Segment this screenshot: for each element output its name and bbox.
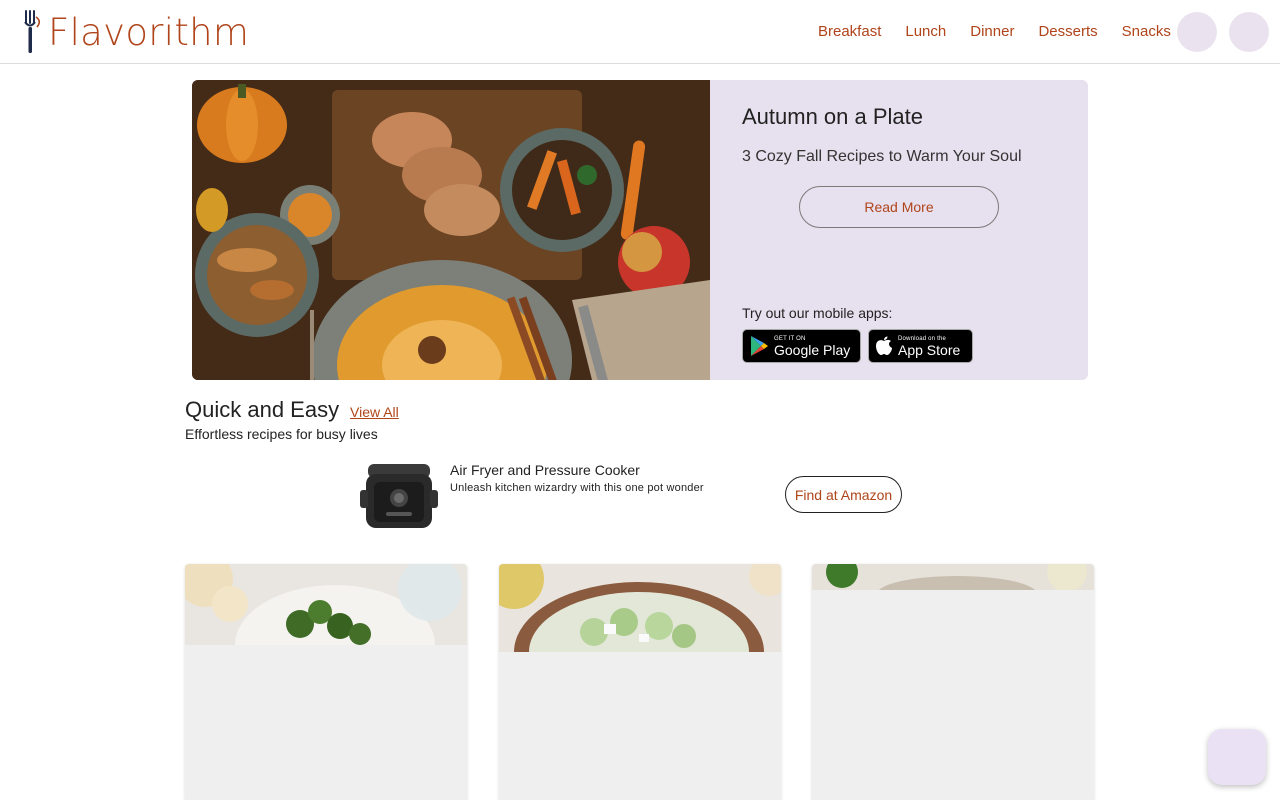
mobile-apps-label: Try out our mobile apps: <box>742 305 893 321</box>
hero-banner: Autumn on a Plate 3 Cozy Fall Recipes to… <box>192 80 1088 380</box>
view-all-link[interactable]: View All <box>350 404 399 420</box>
logo-text: Flavorithm <box>48 10 250 54</box>
recipe-card[interactable] <box>499 564 781 800</box>
app-store-badge[interactable]: Download on the App Store <box>868 329 973 363</box>
find-at-amazon-button[interactable]: Find at Amazon <box>785 476 902 513</box>
app-store-big-text: App Store <box>898 341 961 358</box>
read-more-button[interactable]: Read More <box>799 186 999 228</box>
broccoli-dish-image <box>185 564 467 645</box>
recipe-card[interactable] <box>185 564 467 800</box>
hero-title: Autumn on a Plate <box>742 104 924 129</box>
section-subtitle: Effortless recipes for busy lives <box>185 426 378 442</box>
ad-subtitle: Unleash kitchen wizardry with this one p… <box>450 482 704 494</box>
cucumber-salad-image <box>499 564 781 652</box>
section-title: Quick and Easy <box>185 397 340 422</box>
nav-desserts[interactable]: Desserts <box>1038 23 1097 40</box>
pressure-cooker-image[interactable] <box>360 460 438 532</box>
nav-dinner[interactable]: Dinner <box>970 23 1014 40</box>
recipe-dish-image <box>812 564 1094 590</box>
header-icon-button-2[interactable] <box>1229 12 1269 52</box>
google-play-badge[interactable]: GET IT ON Google Play <box>742 329 861 363</box>
google-play-small-text: GET IT ON <box>774 335 806 342</box>
main-nav: Breakfast Lunch Dinner Desserts Snacks <box>806 0 1183 63</box>
fork-logo-icon <box>24 10 41 53</box>
nav-breakfast[interactable]: Breakfast <box>818 23 881 40</box>
recipe-card[interactable] <box>812 564 1094 800</box>
chat-widget-button[interactable] <box>1208 729 1266 785</box>
hero-subtitle: 3 Cozy Fall Recipes to Warm Your Soul <box>742 148 1022 165</box>
ad-title: Air Fryer and Pressure Cooker <box>450 462 640 478</box>
hero-autumn-food-image[interactable] <box>192 80 710 380</box>
google-play-icon <box>751 336 768 356</box>
app-store-small-text: Download on the <box>898 335 947 342</box>
nav-lunch[interactable]: Lunch <box>905 23 946 40</box>
header-icon-button-1[interactable] <box>1177 12 1217 52</box>
nav-snacks[interactable]: Snacks <box>1122 23 1171 40</box>
google-play-big-text: Google Play <box>774 341 851 358</box>
logo-link[interactable]: Flavorithm <box>20 8 249 56</box>
apple-icon <box>876 336 892 355</box>
site-header: Flavorithm Breakfast Lunch Dinner Desser… <box>0 0 1280 64</box>
